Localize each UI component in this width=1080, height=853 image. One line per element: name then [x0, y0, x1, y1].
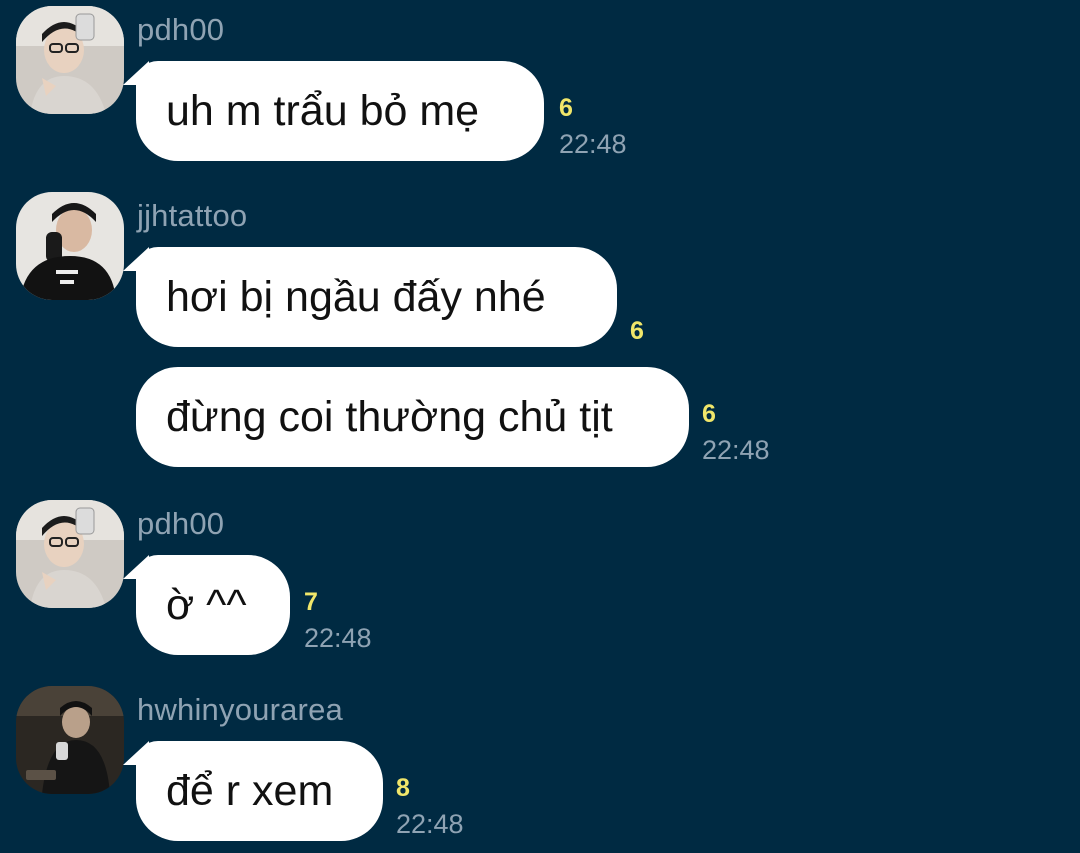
person-photo-icon	[16, 6, 124, 114]
unread-count: 8	[396, 774, 410, 802]
sender-name[interactable]: hwhinyourarea	[137, 694, 343, 725]
message-bubble[interactable]: uh m trẩu bỏ mẹ	[123, 61, 544, 161]
sender-name[interactable]: pdh00	[137, 508, 224, 539]
person-photo-icon	[16, 686, 124, 794]
message-time: 22:48	[559, 129, 627, 159]
person-photo-icon	[16, 500, 124, 608]
message-bubble[interactable]: đừng coi thường chủ tịt	[136, 367, 689, 467]
message-text: để r xem	[166, 766, 334, 815]
sender-name[interactable]: jjhtattoo	[137, 200, 247, 231]
message-bubble[interactable]: ờ ^^	[123, 555, 290, 655]
unread-count: 7	[304, 588, 318, 616]
sender-avatar[interactable]	[16, 6, 124, 114]
sender-avatar[interactable]	[16, 192, 124, 300]
sender-avatar[interactable]	[16, 500, 124, 608]
message-time: 22:48	[396, 809, 464, 839]
unread-count: 6	[559, 94, 573, 122]
unread-count: 6	[702, 400, 716, 428]
message-bubble[interactable]: để r xem	[123, 741, 383, 841]
person-photo-icon	[16, 192, 124, 300]
message-text: uh m trẩu bỏ mẹ	[166, 86, 480, 135]
sender-avatar[interactable]	[16, 686, 124, 794]
message-bubble[interactable]: hơi bị ngầu đấy nhé	[123, 247, 617, 347]
message-text: ờ ^^	[166, 580, 247, 629]
message-text: đừng coi thường chủ tịt	[166, 392, 613, 441]
unread-count: 6	[630, 317, 644, 345]
message-text: hơi bị ngầu đấy nhé	[166, 272, 546, 321]
sender-name[interactable]: pdh00	[137, 14, 224, 45]
message-time: 22:48	[304, 623, 372, 653]
message-time: 22:48	[702, 435, 770, 465]
